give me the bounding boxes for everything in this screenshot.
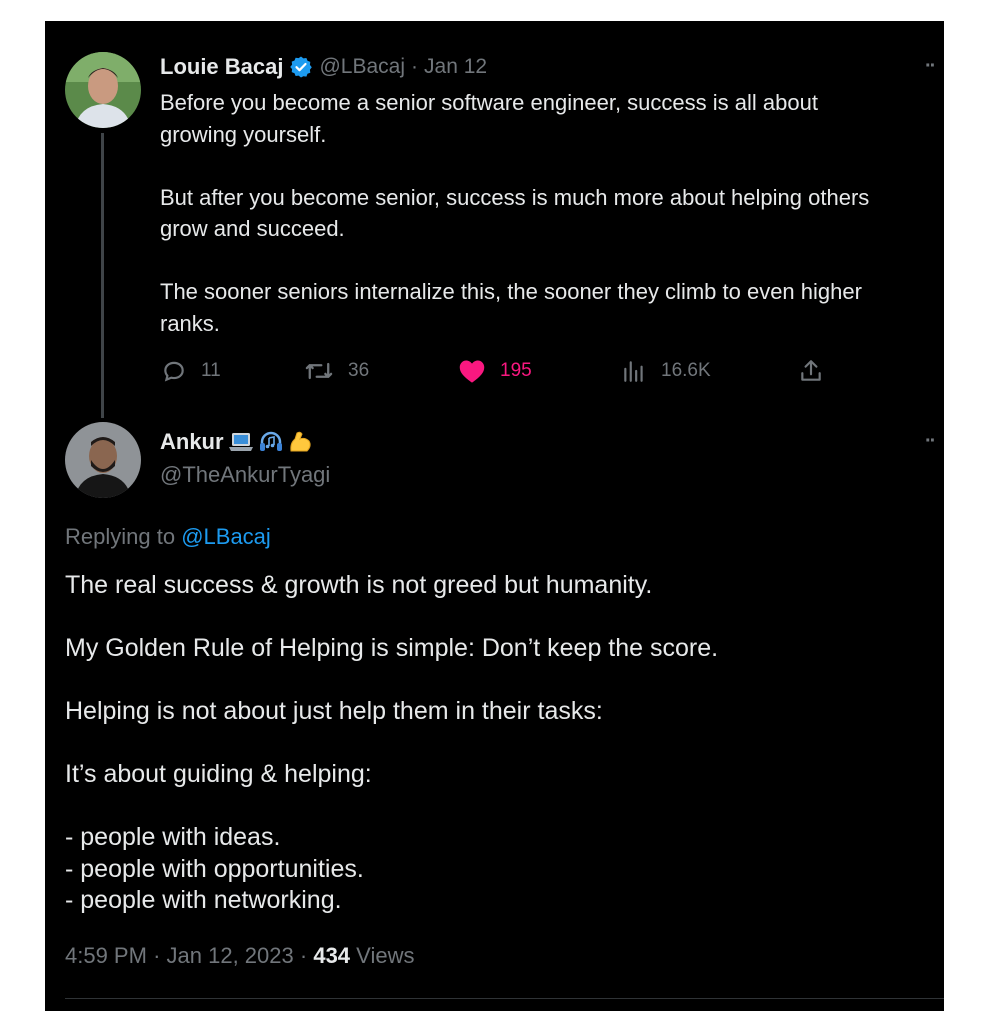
reply-count: 11 [201,360,221,381]
laptop-emoji [227,430,255,454]
author-handle[interactable]: @TheAnkurTyagi [160,462,330,488]
share-button[interactable] [798,358,824,384]
tweet2-handle-row: @TheAnkurTyagi [160,462,330,488]
analytics-icon [624,361,643,382]
author-name[interactable]: Louie Bacaj [160,54,283,80]
heart-filled-icon [459,360,485,383]
share-icon [801,360,821,381]
view-count: 16.6K [661,360,711,381]
tweet-full-date[interactable]: Jan 12, 2023 [167,943,294,968]
tweet1-actions: 11 36 195 16.6K [161,358,841,388]
thread-connector-line [101,133,104,418]
retweet-button[interactable]: 36 [304,358,369,384]
replying-to-mention[interactable]: @LBacaj [181,524,271,549]
divider [65,998,944,999]
retweet-icon [305,362,333,380]
tweet-time[interactable]: 4:59 PM [65,943,147,968]
tweet2-text: The real success & growth is not greed b… [65,571,719,914]
views-label: Views [356,943,415,968]
retweet-count: 36 [348,360,370,381]
author-handle[interactable]: @LBacaj [319,55,405,79]
headphones-emoji [258,430,284,454]
replying-to: Replying to @LBacaj [65,524,271,550]
more-options-icon[interactable]: ·· [925,55,936,78]
like-button[interactable]: 195 [458,358,532,384]
tweet2-meta: 4:59 PM · Jan 12, 2023 · 434 Views [65,943,415,968]
avatar-ankur[interactable] [65,422,141,498]
flexed-biceps-emoji [287,429,313,455]
tweet-thread-panel: Louie Bacaj @LBacaj · Jan 12 ·· Before y… [45,21,944,1011]
replying-to-label: Replying to [65,524,176,549]
tweet1-text: Before you become a senior software engi… [160,90,870,336]
tweet-date[interactable]: Jan 12 [424,55,487,79]
reply-button[interactable]: 11 [161,358,221,384]
author-name[interactable]: Ankur [160,429,224,455]
dot-separator: · [411,55,419,78]
tweet2-header: Ankur [160,429,313,455]
verified-badge-icon [289,55,313,79]
like-count: 195 [500,360,532,381]
avatar-photo [65,422,141,498]
views-count: 434 [313,943,351,968]
reply-icon [164,361,184,382]
views-button[interactable]: 16.6K [621,358,711,384]
avatar-photo [65,52,141,128]
tweet1-header: Louie Bacaj @LBacaj · Jan 12 [160,54,487,80]
more-options-icon[interactable]: ·· [925,430,936,453]
avatar-louie-bacaj[interactable] [65,52,141,128]
